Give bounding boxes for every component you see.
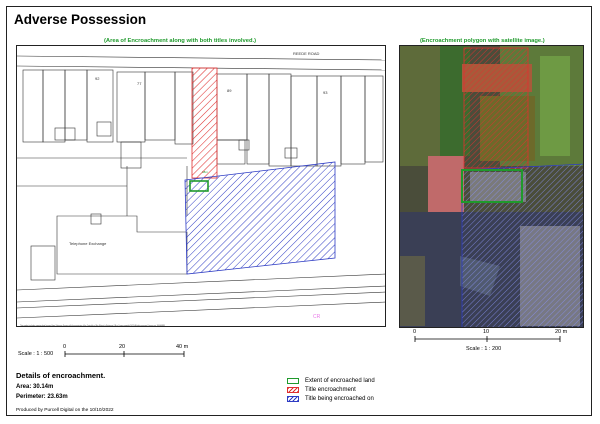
house-number-77: 77 [137,81,142,86]
left-scale-label: Scale : 1 : 500 [18,351,54,357]
copyright-text: This product includes mapping data licen… [20,324,165,327]
right-map-caption: (Encroachment polygon with satellite ima… [420,38,545,44]
left-scale-tick-40: 40 m [176,344,189,350]
details-heading: Details of encroachment. [16,371,106,380]
legend-item-title-encroachment: Title encroachment [287,386,356,394]
footer-credit: Produced by Purcell Digital on the 10/10… [16,408,114,413]
house-number-89: 89 [227,88,232,93]
telephone-exchange-label: Telephone Exchange [69,241,107,246]
area-label: CR [313,314,321,320]
right-scale-tick-10: 10 [483,329,490,335]
left-map[interactable]: REEDE ROAD 92 77 89 93 Telephone Exchang… [16,45,386,327]
page-title: Adverse Possession [14,12,147,27]
house-number-92: 92 [95,76,100,81]
house-number-93: 93 [323,90,328,95]
left-scale-tick-20: 20 [119,344,126,350]
right-satellite-map[interactable] [399,45,584,328]
legend-label-encroached-land: Extent of encroached land [305,378,375,384]
left-map-caption: (Area of Encroachment along with both ti… [104,38,257,44]
details-area: Area: 30.14m [16,384,54,390]
right-scale-tick-20: 20 m [555,329,568,335]
road-label: REEDE ROAD [293,51,320,56]
blue-hatch-swatch-icon [287,396,299,402]
legend-label-title-encroached-on: Title being encroached on [305,396,374,402]
red-hatch-swatch-icon [287,387,299,393]
right-scale-label: Scale : 1 : 200 [466,346,502,352]
title-encroached-on-area[interactable] [184,161,336,275]
details-perimeter: Perimeter: 23.63m [16,394,68,400]
green-outline-swatch-icon [287,378,299,384]
left-scale-tick-0: 0 [63,344,67,350]
title-encroachment-area[interactable] [191,67,218,179]
right-scale-tick-0: 0 [413,329,417,335]
satellite-title-encroachment[interactable] [463,47,529,169]
legend-item-encroached-land: Extent of encroached land [287,377,375,385]
legend-label-title-encroachment: Title encroachment [305,387,356,393]
legend-item-title-encroached-on: Title being encroached on [287,395,374,403]
